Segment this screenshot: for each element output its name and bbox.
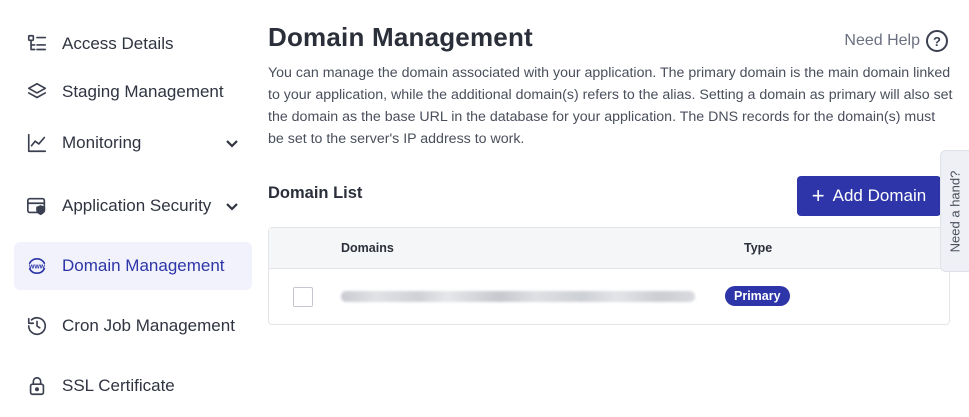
plus-icon: + xyxy=(811,183,825,208)
need-help-label: Need Help xyxy=(844,32,920,49)
sidebar-item-label: Staging Management xyxy=(62,82,224,101)
sidebar-item-staging-management[interactable]: Staging Management xyxy=(14,68,252,116)
sidebar-item-label: SSL Certificate xyxy=(62,376,175,395)
sidebar-item-cron-job-management[interactable]: Cron Job Management xyxy=(14,290,252,362)
lock-icon xyxy=(24,373,50,399)
sidebar-item-application-security[interactable]: Application Security xyxy=(14,170,252,242)
sidebar-item-access-details[interactable]: Access Details xyxy=(14,20,252,68)
sidebar-item-ssl-certificate[interactable]: SSL Certificate xyxy=(14,362,252,410)
domain-list-header: Domain List + Add Domain xyxy=(268,176,958,216)
sidebar-item-label: Monitoring xyxy=(62,133,142,152)
column-header-domains: Domains xyxy=(341,241,394,255)
sidebar-item-monitoring[interactable]: Monitoring xyxy=(14,116,252,170)
shield-browser-icon xyxy=(24,193,50,219)
chevron-down-icon[interactable] xyxy=(224,198,240,214)
domain-table: Domains Type Primary xyxy=(268,227,950,325)
www-globe-icon: www xyxy=(24,253,50,279)
page-description: You can manage the domain associated wit… xyxy=(268,65,953,147)
question-circle-icon: ? xyxy=(926,30,948,52)
need-help-link[interactable]: Need Help ? xyxy=(844,30,948,52)
sidebar-item-label: Cron Job Management xyxy=(62,316,235,335)
need-a-hand-label: Need a hand? xyxy=(947,170,963,252)
chart-line-icon xyxy=(24,130,50,156)
table-header: Domains Type xyxy=(269,228,949,269)
access-details-icon xyxy=(24,31,50,57)
sidebar-item-label: Domain Management xyxy=(62,256,225,275)
chevron-down-icon[interactable] xyxy=(224,135,240,151)
history-clock-icon xyxy=(24,313,50,339)
column-header-type: Type xyxy=(744,241,773,255)
add-domain-label: Add Domain xyxy=(832,186,927,205)
sidebar-item-label: Application Security xyxy=(62,196,212,215)
add-domain-button[interactable]: + Add Domain xyxy=(797,176,941,216)
table-row[interactable]: Primary xyxy=(269,269,949,324)
type-badge: Primary xyxy=(725,286,790,306)
need-a-hand-tab[interactable]: Need a hand? xyxy=(940,150,969,272)
row-checkbox[interactable] xyxy=(293,287,313,307)
svg-text:www: www xyxy=(28,263,46,270)
sidebar-item-domain-management[interactable]: www Domain Management xyxy=(14,242,252,290)
main-content: Domain Management Need Help ? You can ma… xyxy=(268,20,958,325)
domain-list-title: Domain List xyxy=(268,184,363,202)
redacted-domain-name xyxy=(341,291,695,302)
sidebar-item-label: Access Details xyxy=(62,34,174,53)
layers-icon xyxy=(24,79,50,105)
sidebar: Access Details Staging Management Monito… xyxy=(14,20,252,410)
